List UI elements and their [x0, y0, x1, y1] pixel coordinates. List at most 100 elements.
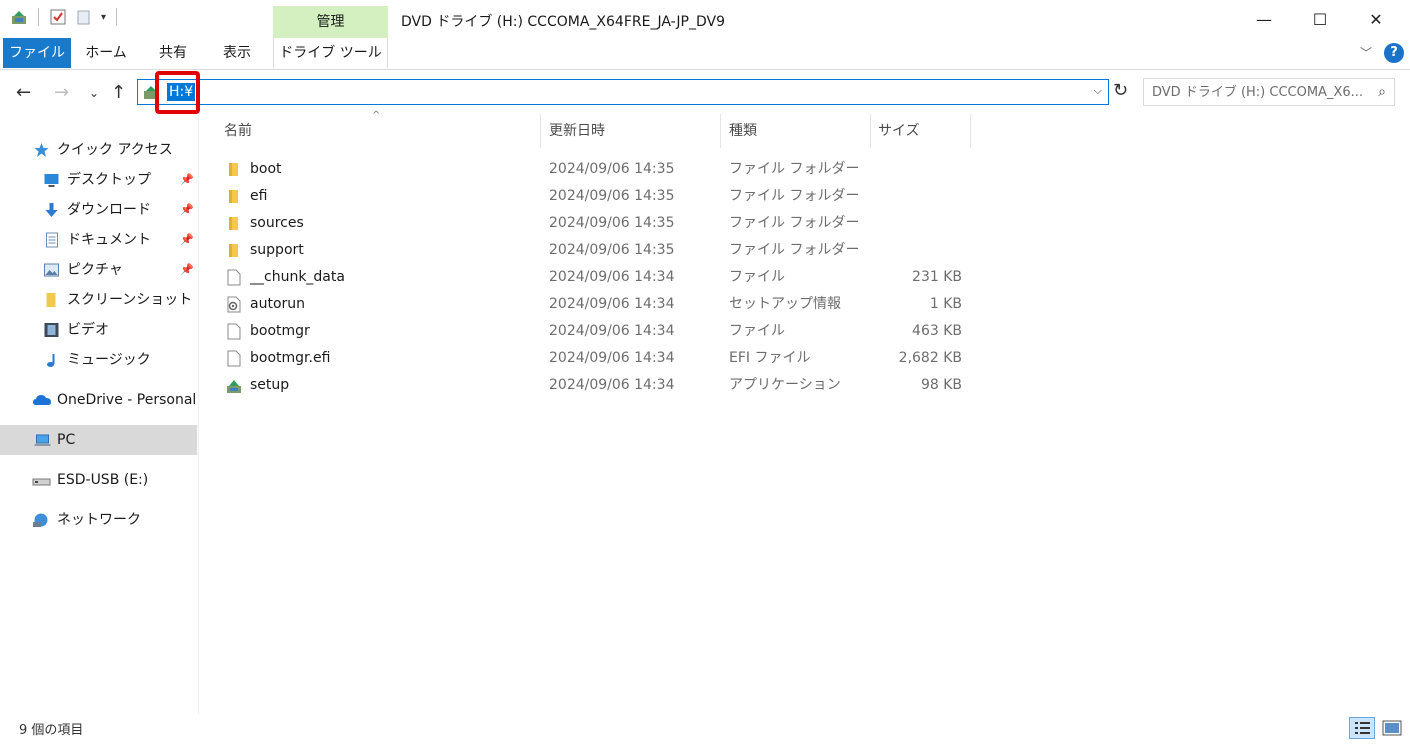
recent-locations-button[interactable]: ⌄	[89, 86, 99, 100]
search-icon[interactable]: ⌕	[1378, 84, 1386, 100]
file-row[interactable]: setup 2024/09/06 14:34 アプリケーション 98 KB	[220, 372, 970, 399]
file-row[interactable]: support 2024/09/06 14:35 ファイル フォルダー	[220, 237, 970, 264]
sidebar-item-music[interactable]: ミュージック	[0, 345, 197, 375]
sidebar-item-network[interactable]: ネットワーク	[0, 505, 197, 535]
up-button[interactable]: ↑	[111, 82, 126, 103]
cloud-icon	[33, 395, 51, 405]
videos-icon	[44, 323, 59, 337]
file-name: __chunk_data	[250, 269, 345, 285]
minimize-button[interactable]: —	[1236, 0, 1292, 38]
sidebar-item-label: スクリーンショット	[67, 292, 193, 308]
file-row[interactable]: boot 2024/09/06 14:35 ファイル フォルダー	[220, 156, 970, 183]
file-date: 2024/09/06 14:34	[549, 323, 675, 339]
sidebar-item-label: OneDrive - Personal	[57, 392, 197, 408]
setup-app-icon	[227, 380, 241, 393]
details-view-icon	[1355, 722, 1370, 734]
pin-icon[interactable]: 📌	[180, 195, 194, 225]
download-icon	[45, 203, 58, 217]
sidebar-item-documents[interactable]: ドキュメント 📌	[0, 225, 197, 255]
file-date: 2024/09/06 14:35	[549, 161, 675, 177]
properties-icon[interactable]	[49, 8, 67, 26]
search-box[interactable]: ⌕	[1143, 78, 1395, 106]
details-view-button[interactable]	[1349, 717, 1375, 739]
folder-icon	[229, 244, 238, 257]
tab-home[interactable]: ホーム	[80, 38, 132, 68]
music-icon	[47, 354, 55, 367]
sidebar-item-label: ビデオ	[67, 322, 109, 338]
sidebar-item-quick-access[interactable]: クイック アクセス	[0, 135, 197, 165]
item-count: 9 個の項目	[19, 723, 84, 738]
usb-drive-icon	[32, 478, 51, 486]
sidebar-item-downloads[interactable]: ダウンロード 📌	[0, 195, 197, 225]
file-size: 98 KB	[920, 377, 962, 393]
pin-icon[interactable]: 📌	[180, 165, 194, 195]
column-header-name[interactable]: 名前	[224, 114, 252, 148]
file-name: efi	[250, 188, 268, 204]
file-date: 2024/09/06 14:35	[549, 188, 675, 204]
customize-toolbar-dropdown[interactable]: ▾	[101, 12, 106, 23]
sidebar-item-usb[interactable]: ESD-USB (E:)	[0, 465, 197, 495]
file-type: ファイル フォルダー	[729, 161, 860, 177]
toolbar-separator	[38, 8, 39, 26]
column-divider[interactable]	[720, 114, 721, 148]
file-row[interactable]: bootmgr 2024/09/06 14:34 ファイル 463 KB	[220, 318, 970, 345]
new-folder-icon[interactable]	[75, 8, 93, 26]
file-size: 1 KB	[929, 296, 962, 312]
column-divider[interactable]	[540, 114, 541, 148]
file-row[interactable]: autorun 2024/09/06 14:34 セットアップ情報 1 KB	[220, 291, 970, 318]
forward-button[interactable]: →	[54, 82, 69, 103]
title-bar: ▾ 管理 DVD ドライブ (H:) CCCOMA_X64FRE_JA-JP_D…	[0, 0, 1410, 38]
file-row[interactable]: __chunk_data 2024/09/06 14:34 ファイル 231 K…	[220, 264, 970, 291]
file-type: EFI ファイル	[729, 350, 811, 366]
sidebar-item-videos[interactable]: ビデオ	[0, 315, 197, 345]
maximize-button[interactable]: ☐	[1292, 0, 1348, 38]
file-name: sources	[250, 215, 304, 231]
sidebar-item-screenshots[interactable]: スクリーンショット	[0, 285, 197, 315]
sidebar-item-pictures[interactable]: ピクチャ 📌	[0, 255, 197, 285]
folder-icon	[229, 163, 238, 176]
sidebar-item-desktop[interactable]: デスクトップ 📌	[0, 165, 197, 195]
file-type: ファイル フォルダー	[729, 242, 860, 258]
tab-file[interactable]: ファイル	[3, 38, 71, 68]
drive-setup-icon[interactable]	[10, 8, 28, 26]
star-icon	[34, 143, 49, 157]
sidebar-item-label: ESD-USB (E:)	[57, 472, 149, 488]
large-icons-view-icon	[1382, 720, 1402, 736]
sidebar-item-label: ダウンロード	[67, 202, 151, 218]
tab-drive-tools[interactable]: ドライブ ツール	[273, 38, 388, 68]
sidebar-item-label: デスクトップ	[67, 172, 151, 188]
address-history-dropdown[interactable]: ⌵	[1094, 84, 1102, 98]
large-icons-view-button[interactable]	[1379, 717, 1405, 739]
sort-ascending-icon: ^	[372, 110, 381, 121]
folder-icon	[229, 190, 238, 203]
file-type: ファイル フォルダー	[729, 188, 860, 204]
sidebar-item-pc[interactable]: PC	[0, 425, 197, 455]
column-header-size[interactable]: サイズ	[878, 114, 920, 148]
close-button[interactable]: ✕	[1348, 0, 1404, 38]
expand-ribbon-icon[interactable]: ﹀	[1360, 44, 1372, 61]
pin-icon[interactable]: 📌	[180, 225, 194, 255]
window-title: DVD ドライブ (H:) CCCOMA_X64FRE_JA-JP_DV9	[401, 14, 726, 30]
back-button[interactable]: ←	[16, 82, 31, 103]
tab-view[interactable]: 表示	[214, 38, 260, 68]
file-row[interactable]: bootmgr.efi 2024/09/06 14:34 EFI ファイル 2,…	[220, 345, 970, 372]
search-input[interactable]	[1152, 83, 1362, 101]
pin-icon[interactable]: 📌	[180, 255, 194, 285]
file-row[interactable]: sources 2024/09/06 14:35 ファイル フォルダー	[220, 210, 970, 237]
file-name: autorun	[250, 296, 306, 312]
file-date: 2024/09/06 14:34	[549, 296, 675, 312]
help-icon[interactable]: ?	[1384, 43, 1404, 63]
address-bar[interactable]: H:¥ ⌵	[137, 79, 1109, 105]
file-icon	[227, 269, 241, 286]
sidebar-item-label: ミュージック	[67, 352, 151, 368]
column-header-date[interactable]: 更新日時	[549, 114, 605, 148]
column-divider[interactable]	[870, 114, 871, 148]
refresh-button[interactable]: ↻	[1113, 80, 1128, 101]
sidebar-item-onedrive[interactable]: OneDrive - Personal	[0, 385, 197, 415]
column-divider[interactable]	[970, 114, 971, 148]
folder-icon	[46, 293, 56, 307]
file-name: boot	[250, 161, 282, 177]
tab-share[interactable]: 共有	[150, 38, 196, 68]
column-header-type[interactable]: 種類	[729, 114, 757, 148]
file-row[interactable]: efi 2024/09/06 14:35 ファイル フォルダー	[220, 183, 970, 210]
